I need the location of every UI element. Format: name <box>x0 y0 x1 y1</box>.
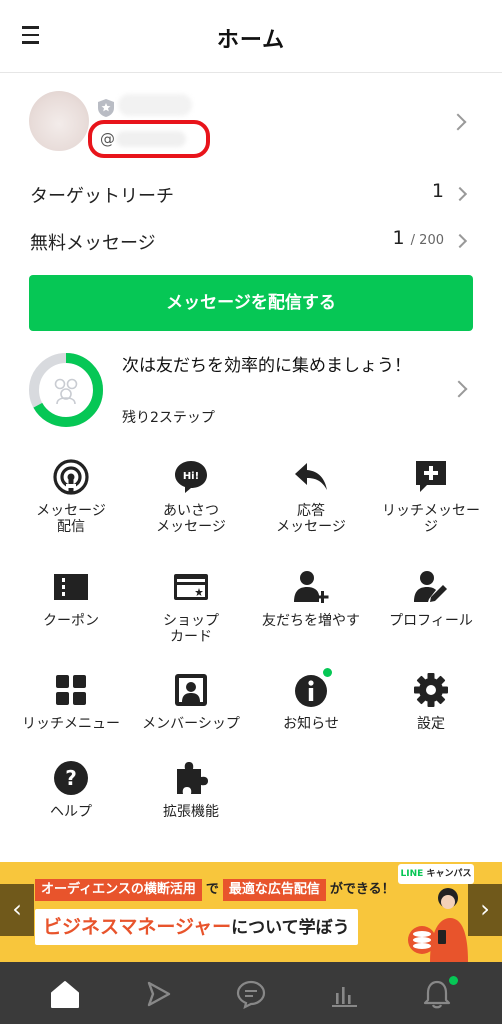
free-messages-row[interactable]: 無料メッセージ 1 / 200 <box>0 219 502 263</box>
menu-settings[interactable]: 設定 <box>371 668 491 748</box>
avatar <box>29 91 89 151</box>
menu-label: あいさつ メッセージ <box>156 503 226 535</box>
bottom-tab-bar <box>0 962 502 1024</box>
play-icon[interactable] <box>143 979 173 1009</box>
chevron-right-icon <box>450 380 468 398</box>
menu-label: 友だちを増やす <box>262 613 360 629</box>
account-id-redacted <box>116 131 186 147</box>
people-icon <box>54 378 78 405</box>
menu-label: メッセージ 配信 <box>36 503 106 535</box>
menu-label: ヘルプ <box>50 804 92 820</box>
banner-main-text: ビジネスマネージャーについて学ぼう <box>35 909 358 945</box>
banner-seg1: オーディエンスの横断活用 <box>35 879 202 901</box>
menu-label: ショップ カード <box>163 613 219 645</box>
page-title: ホーム <box>216 28 286 53</box>
free-messages-count: 1 <box>392 227 405 249</box>
reply-arrow-icon <box>295 463 327 490</box>
menu-label: お知らせ <box>283 716 339 732</box>
free-messages-label: 無料メッセージ <box>30 233 156 254</box>
chevron-right-icon <box>452 233 468 249</box>
bar-chart-icon[interactable] <box>329 979 359 1009</box>
menu-message-delivery[interactable]: メッセージ 配信 <box>11 455 131 535</box>
help-icon: ? <box>54 761 88 795</box>
shield-icon <box>98 99 114 117</box>
chevron-right-icon <box>449 113 467 131</box>
promo-banner[interactable]: LINE キャンパス オーディエンスの横断活用で最適な広告配信 ができる！ ビジネ… <box>0 862 502 962</box>
unread-dot <box>323 668 332 677</box>
banner-mid1: で <box>205 882 219 897</box>
menu-greeting-message[interactable]: Hi! あいさつ メッセージ <box>131 455 251 535</box>
send-message-button[interactable]: メッセージを配信する <box>29 275 473 331</box>
bell-icon[interactable] <box>422 979 452 1009</box>
svg-text:?: ? <box>65 766 77 790</box>
target-reach-value: 1 <box>431 180 444 202</box>
shop-card-icon <box>174 574 208 600</box>
banner-mid2: ができる！ <box>329 882 395 897</box>
account-id: @ <box>100 130 115 148</box>
svg-text:Hi!: Hi! <box>183 471 199 482</box>
menu-add-friends[interactable]: 友だちを増やす <box>251 565 371 645</box>
chat-icon[interactable] <box>236 979 266 1009</box>
menu-label: 拡張機能 <box>163 804 219 820</box>
target-reach-label: ターゲットリーチ <box>30 186 174 207</box>
menu-rich-menu[interactable]: リッチメニュー <box>11 668 131 748</box>
coupon-icon <box>54 574 88 600</box>
banner-next-button[interactable]: › <box>468 884 502 936</box>
info-icon <box>295 675 327 707</box>
menu-rich-message[interactable]: リッチメッセージ <box>371 455 491 535</box>
banner-prev-button[interactable]: ‹ <box>0 884 34 936</box>
menu-label: プロフィール <box>389 613 473 629</box>
setup-progress-card[interactable]: 次は友だちを効率的に集めましょう！ 残り2ステップ <box>0 345 502 435</box>
account-profile-row[interactable]: @ <box>0 74 502 170</box>
chevron-right-icon <box>452 186 468 202</box>
banner-person-illustration <box>408 888 468 962</box>
banner-seg2: 最適な広告配信 <box>222 879 326 901</box>
free-messages-value: 1 / 200 <box>393 227 444 249</box>
progress-remaining: 残り2ステップ <box>122 410 215 426</box>
menu-membership[interactable]: メンバーシップ <box>131 668 251 748</box>
menu-profile[interactable]: プロフィール <box>371 565 491 645</box>
menu-coupon[interactable]: クーポン <box>11 565 131 645</box>
menu-help[interactable]: ? ヘルプ <box>11 756 131 836</box>
menu-extensions[interactable]: 拡張機能 <box>131 756 251 836</box>
progress-title: 次は友だちを効率的に集めましょう！ <box>122 356 411 376</box>
menu-shop-card[interactable]: ショップ カード <box>131 565 251 645</box>
grid-icon <box>56 675 86 705</box>
menu-label: メンバーシップ <box>142 716 240 732</box>
banner-main-rest: について学ぼう <box>231 918 350 938</box>
menu-label: 設定 <box>417 716 445 732</box>
free-messages-limit: / 200 <box>410 233 444 248</box>
puzzle-icon <box>177 762 208 794</box>
menu-label: 応答 メッセージ <box>276 503 346 535</box>
hi-bubble-icon: Hi! <box>175 461 207 493</box>
edit-user-icon <box>414 571 447 602</box>
gear-icon <box>414 673 448 707</box>
home-icon[interactable] <box>50 979 80 1009</box>
add-user-icon <box>294 571 329 603</box>
account-id-highlight: @ <box>88 120 210 158</box>
banner-main-highlight: ビジネスマネージャー <box>43 916 232 938</box>
menu-label: クーポン <box>43 613 99 629</box>
account-name-redacted <box>118 94 192 116</box>
member-card-icon <box>175 674 207 706</box>
menu-label: リッチメッセージ <box>382 503 480 535</box>
menu-label: リッチメニュー <box>22 716 120 732</box>
broadcast-icon <box>53 459 89 495</box>
menu-notice[interactable]: お知らせ <box>251 668 371 748</box>
menu-auto-reply-message[interactable]: 応答 メッセージ <box>251 455 371 535</box>
plus-bubble-icon <box>416 461 446 492</box>
target-reach-row[interactable]: ターゲットリーチ 1 <box>0 172 502 216</box>
notification-dot <box>449 976 458 985</box>
app-header: ホーム <box>0 0 502 73</box>
progress-ring <box>29 353 103 427</box>
banner-headline: オーディエンスの横断活用で最適な広告配信 ができる！ <box>35 878 399 901</box>
